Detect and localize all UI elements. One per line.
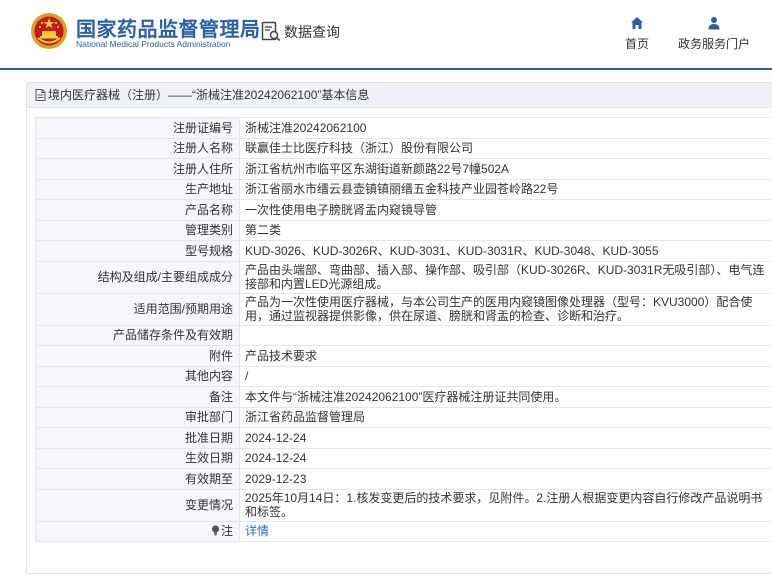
row-label: 产品储存条件及有效期 — [35, 324, 240, 346]
header-divider — [0, 68, 772, 70]
row-label: 注册人住所 — [35, 158, 240, 180]
table-row: 注册人名称 联赢佳士比医疗科技（浙江）股份有限公司 — [35, 137, 772, 159]
row-value: 2029-12-23 — [239, 468, 772, 490]
site-title-cn: 国家药品监督管理局 — [76, 19, 261, 41]
row-value — [239, 324, 772, 346]
row-label: 适用范围/预期用途 — [35, 292, 240, 326]
row-value: 产品由头端部、弯曲部、插入部、操作部、吸引部（KUD-3026R、KUD-303… — [239, 260, 772, 294]
table-row: 其他内容 / — [35, 365, 772, 387]
home-icon — [631, 17, 643, 29]
table-row: 注册人住所 浙江省杭州市临平区东湖街道新颜路22号7幢502A — [35, 158, 772, 180]
table-row: 生效日期 2024-12-24 — [35, 447, 772, 469]
registration-info-table: 注册证编号 浙械注准20242062100 注册人名称 联赢佳士比医疗科技（浙江）股… — [35, 117, 772, 542]
row-value: 2025年10月14日：1.核发变更后的技术要求，见附件。2.注册人根据变更内容… — [239, 488, 772, 522]
national-emblem-icon — [31, 13, 67, 49]
table-row: 注册证编号 浙械注准20242062100 — [35, 117, 772, 139]
site-title-en: National Medical Products Administration — [76, 39, 231, 49]
row-value: 浙江省杭州市临平区东湖街道新颜路22号7幢502A — [239, 158, 772, 180]
breadcrumb-text: 境内医疗器械（注册）——“浙械注准20242062100”基本信息 — [48, 88, 370, 102]
row-label: 管理类别 — [35, 219, 240, 241]
table-row: 变更情况 2025年10月14日：1.核发变更后的技术要求，见附件。2.注册人根据… — [35, 488, 772, 522]
row-label: 注册证编号 — [35, 117, 240, 139]
row-value: / — [239, 365, 772, 387]
row-label: 型号规格 — [35, 240, 240, 262]
table-row: 注 详情 — [35, 520, 772, 542]
table-row: 生产地址 浙江省丽水市缙云县壶镇镇丽缙五金科技产业园苍岭路22号 — [35, 178, 772, 200]
note-label-cell: 注 — [35, 520, 240, 542]
row-label: 注册人名称 — [35, 137, 240, 159]
row-value: 第二类 — [239, 219, 772, 241]
row-value: 2024-12-24 — [239, 447, 772, 469]
table-row: 管理类别 第二类 — [35, 219, 772, 241]
table-row: 附件 产品技术要求 — [35, 345, 772, 367]
row-label: 附件 — [35, 345, 240, 367]
user-icon — [708, 17, 720, 30]
note-label: 注 — [220, 524, 233, 539]
detail-link[interactable]: 详情 — [245, 524, 269, 538]
table-row: 备注 本文件与“浙械注准20242062100”医疗器械注册证共同使用。 — [35, 386, 772, 408]
document-search-icon — [261, 21, 281, 42]
row-label: 备注 — [35, 386, 240, 408]
row-value: 浙江省丽水市缙云县壶镇镇丽缙五金科技产业园苍岭路22号 — [239, 178, 772, 200]
row-label: 生效日期 — [35, 447, 240, 469]
row-label: 有效期至 — [35, 468, 240, 490]
row-value: 联赢佳士比医疗科技（浙江）股份有限公司 — [239, 137, 772, 159]
row-value: 2024-12-24 — [239, 427, 772, 449]
table-row: 批准日期 2024-12-24 — [35, 427, 772, 449]
row-value: 产品为一次性使用医疗器械，与本公司生产的医用内窥镜图像处理器（型号：KVU300… — [239, 292, 772, 326]
table-row: 有效期至 2029-12-23 — [35, 468, 772, 490]
breadcrumb: 境内医疗器械（注册）——“浙械注准20242062100”基本信息 — [27, 83, 772, 108]
row-value: KUD-3026、KUD-3026R、KUD-3031、KUD-3031R、KU… — [239, 240, 772, 262]
row-label: 其他内容 — [35, 365, 240, 387]
detail-panel: 境内医疗器械（注册）——“浙械注准20242062100”基本信息 注册证编号浙… — [26, 82, 772, 574]
table-row: 产品储存条件及有效期 — [35, 324, 772, 346]
row-value: 产品技术要求 — [239, 345, 772, 367]
nav-gov-services[interactable]: 政务服务门户 — [673, 16, 755, 53]
data-query-link[interactable]: 数据查询 — [261, 20, 340, 44]
row-value: 浙江省药品监督管理局 — [239, 406, 772, 428]
site-header: 国家药品监督管理局 National Medical Products Admi… — [0, 0, 772, 68]
row-label: 结构及组成/主要组成成分 — [35, 260, 240, 294]
row-value: 浙械注准20242062100 — [239, 117, 772, 139]
table-row: 型号规格 KUD-3026、KUD-3026R、KUD-3031、KUD-3031… — [35, 240, 772, 262]
row-label: 生产地址 — [35, 178, 240, 200]
row-label: 产品名称 — [35, 199, 240, 221]
data-query-label: 数据查询 — [284, 24, 340, 40]
table-row: 结构及组成/主要组成成分 产品由头端部、弯曲部、插入部、操作部、吸引部（KUD-3… — [35, 260, 772, 294]
table-row: 审批部门 浙江省药品监督管理局 — [35, 406, 772, 428]
nav-home[interactable]: 首页 — [620, 16, 654, 53]
row-value: 本文件与“浙械注准20242062100”医疗器械注册证共同使用。 — [239, 386, 772, 408]
row-value: 一次性使用电子膀胱肾盂内窥镜导管 — [239, 199, 772, 221]
table-row: 产品名称 一次性使用电子膀胱肾盂内窥镜导管 — [35, 199, 772, 221]
document-icon — [35, 89, 46, 101]
row-label: 审批部门 — [35, 406, 240, 428]
row-label: 变更情况 — [35, 488, 240, 522]
nav-home-label: 首页 — [624, 37, 649, 51]
note-value-cell: 详情 — [239, 520, 772, 542]
row-label: 批准日期 — [35, 427, 240, 449]
lightbulb-icon — [211, 525, 220, 536]
table-row: 适用范围/预期用途 产品为一次性使用医疗器械，与本公司生产的医用内窥镜图像处理器（… — [35, 292, 772, 326]
nav-gov-services-label: 政务服务门户 — [677, 37, 750, 51]
